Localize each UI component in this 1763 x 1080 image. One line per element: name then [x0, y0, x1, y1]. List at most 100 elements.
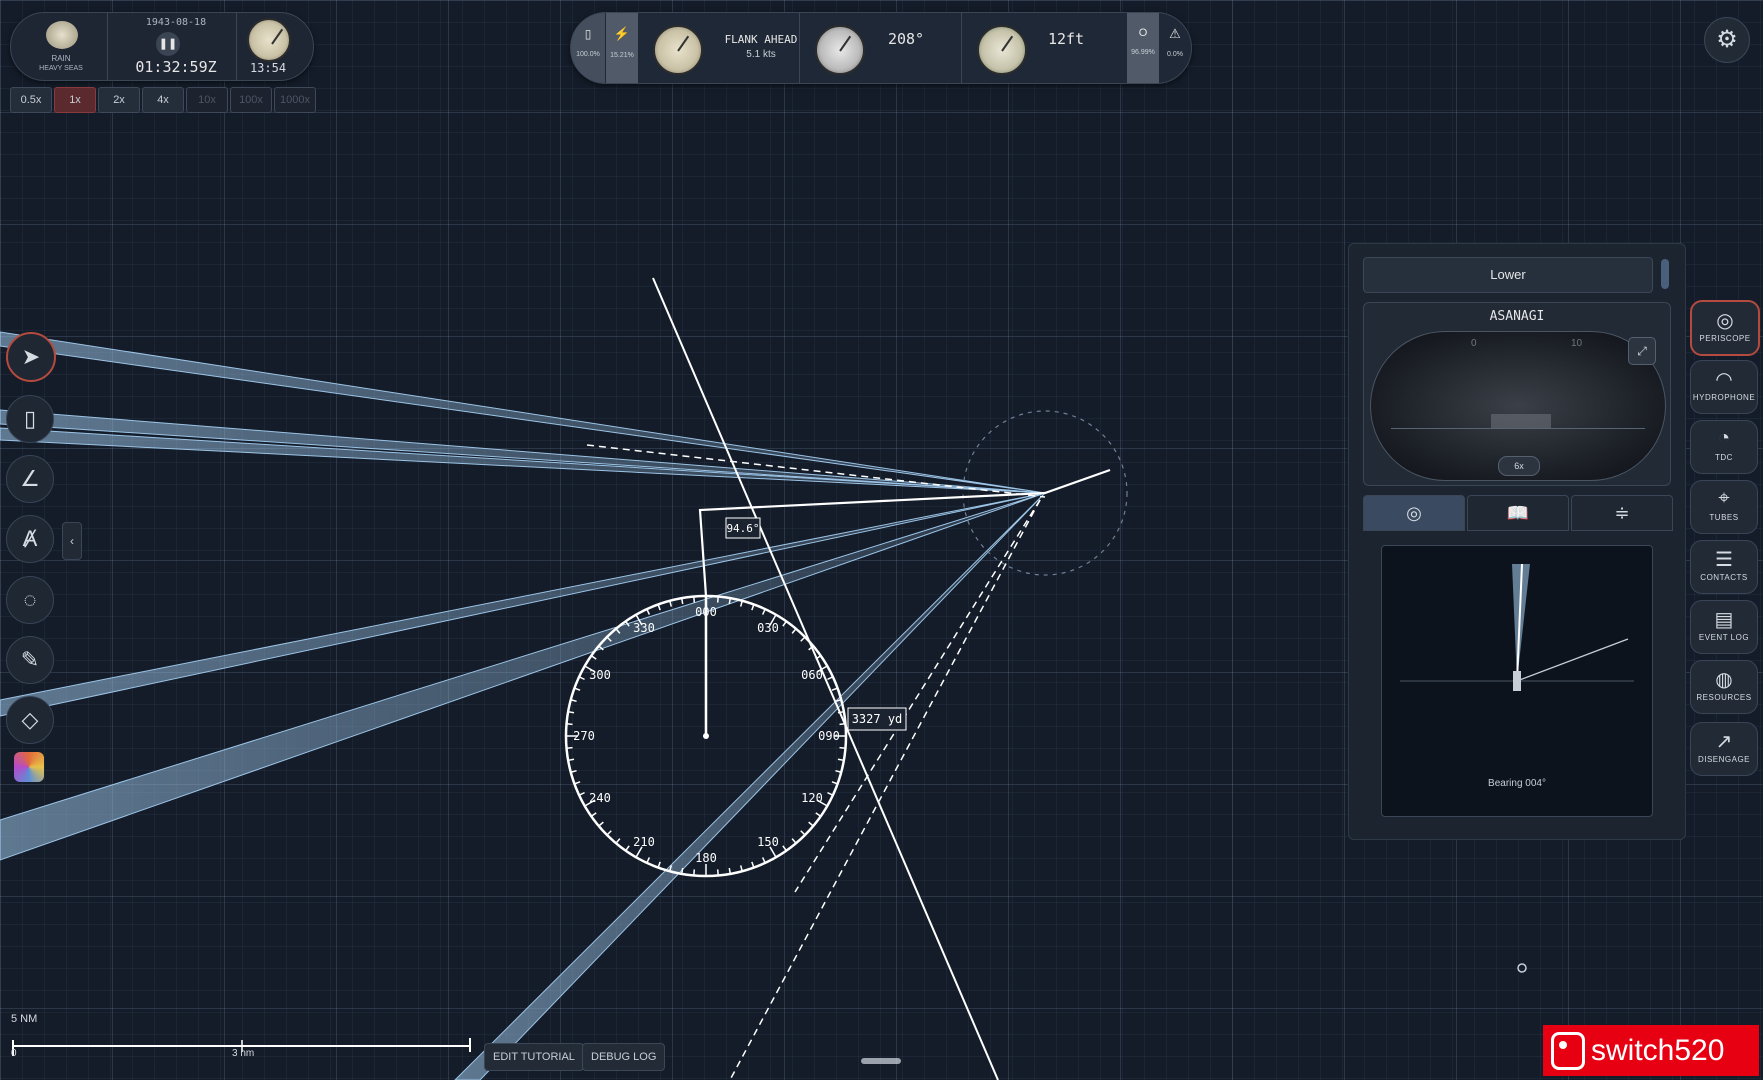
oxygen-indicator: O 96.99% — [1127, 13, 1159, 83]
compass-tool[interactable]: Ⱥ — [6, 515, 54, 563]
compass-tick — [574, 687, 581, 691]
lower-periscope-button[interactable]: Lower — [1363, 257, 1653, 293]
weather-label: RAIN — [51, 54, 71, 63]
compass-tick — [827, 676, 834, 681]
bearing-beam — [0, 409, 1046, 494]
bearing-plot[interactable]: Bearing 004° — [1381, 545, 1653, 817]
charge-pct: 15.21% — [610, 52, 634, 59]
compass-label: 090 — [818, 729, 840, 743]
compass-tick — [839, 723, 846, 726]
scale-mid-label: 3 nm — [232, 1048, 255, 1059]
compass-tick — [625, 845, 630, 852]
battery-icon: ▯ — [584, 27, 592, 41]
compass-tick — [791, 628, 797, 634]
nav-event-log[interactable]: ▤ EVENT LOG — [1690, 600, 1758, 654]
nav-label: EVENT LOG — [1698, 633, 1750, 642]
scale-zero-label: 0 — [11, 1048, 17, 1059]
compass-tick — [827, 791, 834, 796]
nav-label: PERISCOPE — [1699, 334, 1751, 343]
pencil-icon: ✎ — [20, 647, 40, 672]
watermark-text: switch520 — [1591, 1033, 1725, 1067]
speed-1x-button[interactable]: 1x — [54, 87, 96, 113]
compass-tick — [598, 821, 604, 827]
compass-label: 150 — [757, 835, 779, 849]
compass-tick — [680, 867, 684, 875]
nav-label: RESOURCES — [1696, 693, 1752, 702]
nav-contacts[interactable]: ☰ CONTACTS — [1690, 540, 1758, 594]
periscope-icon: ◎ — [1716, 310, 1734, 332]
select-tool[interactable]: ➤ — [6, 332, 56, 382]
nav-label: TUBES — [1709, 513, 1739, 522]
nav-label: CONTACTS — [1700, 573, 1748, 582]
nav-resources[interactable]: ◍ RESOURCES — [1690, 660, 1758, 714]
compass-tick — [574, 781, 581, 785]
crosshair-icon: ⌖ — [1718, 487, 1730, 509]
map-marker — [1517, 963, 1527, 973]
speed-100x-button[interactable]: 100x — [230, 87, 272, 113]
angle-label: 94.6° — [726, 522, 759, 535]
panel-scrollbar[interactable] — [1661, 259, 1669, 289]
ruler-tool[interactable]: ▯ — [6, 395, 54, 443]
bearing-beam — [454, 492, 1046, 1080]
compass-tick — [567, 758, 575, 762]
oxygen-pct: 96.99% — [1131, 49, 1155, 56]
expand-icon: ⤢ — [1637, 344, 1647, 358]
compass-icon: Ⱥ — [22, 526, 38, 551]
charge-indicator: ⚡ 15.21% — [606, 13, 638, 83]
engine-order[interactable]: FLANK AHEAD — [711, 33, 811, 46]
compass-tick — [751, 861, 755, 868]
compass-tick — [761, 857, 766, 864]
nav-disengage[interactable]: ↗ DISENGAGE — [1690, 722, 1758, 776]
speed-1000x-button[interactable]: 1000x — [274, 87, 316, 113]
color-picker[interactable] — [14, 752, 44, 782]
compass-tick — [831, 781, 838, 785]
compass-tick — [590, 655, 597, 660]
nav-hydrophone[interactable]: ◠ HYDROPHONE — [1690, 360, 1758, 414]
compass-tick — [615, 838, 621, 844]
sea-state-label: HEAVY SEAS — [39, 65, 83, 72]
speed-4x-button[interactable]: 4x — [142, 87, 184, 113]
protractor-tool[interactable]: ∠ — [6, 455, 54, 503]
compass-label: 300 — [589, 668, 611, 682]
tab-attack-map[interactable]: ◎ — [1363, 495, 1465, 531]
collapse-toolbar-button[interactable]: ‹ — [62, 522, 82, 560]
eraser-icon: ◇ — [21, 707, 39, 732]
nav-tubes[interactable]: ⌖ TUBES — [1690, 480, 1758, 534]
periscope-view-card: ASANAGI 0 10 6x ⤢ — [1363, 302, 1671, 486]
headphones-icon: ◠ — [1715, 369, 1733, 391]
compass-gauge[interactable] — [815, 25, 865, 75]
speed-2x-button[interactable]: 2x — [98, 87, 140, 113]
speed-10x-button[interactable]: 10x — [186, 87, 228, 113]
circle-tool[interactable]: ◌ — [6, 576, 54, 624]
compass-tick — [751, 604, 755, 611]
telegraph-gauge[interactable] — [653, 25, 703, 75]
gear-icon: ⚙ — [1716, 26, 1738, 53]
bearing-beam — [0, 331, 1046, 494]
nav-periscope[interactable]: ◎ PERISCOPE — [1690, 300, 1760, 356]
eraser-tool[interactable]: ◇ — [6, 696, 54, 744]
edit-tutorial-button[interactable]: EDIT TUTORIAL — [484, 1043, 584, 1071]
pencil-tool[interactable]: ✎ — [6, 636, 54, 684]
console-logo — [1551, 1031, 1585, 1070]
pause-button[interactable]: ❚❚ — [156, 32, 180, 56]
cursor-icon: ➤ — [21, 344, 41, 369]
depth-gauge[interactable] — [977, 25, 1027, 75]
debug-log-button[interactable]: DEBUG LOG — [582, 1043, 666, 1071]
nav-tdc[interactable]: ◔ TDC — [1690, 420, 1758, 474]
settings-button[interactable]: ⚙ — [1704, 17, 1750, 63]
battery-pct: 100.0% — [576, 51, 600, 58]
target-name: ASANAGI — [1489, 309, 1545, 324]
bearing-plot-svg — [1400, 563, 1634, 691]
speed-0.5x-button[interactable]: 0.5x — [10, 87, 52, 113]
zoom-button[interactable]: 6x — [1498, 456, 1540, 476]
expand-view-button[interactable]: ⤢ — [1628, 337, 1656, 365]
bearing-label: Bearing 004° — [1488, 778, 1546, 789]
tab-stadimeter[interactable]: ≑ — [1571, 495, 1673, 531]
compass-label: 240 — [589, 791, 611, 805]
tab-recognition[interactable]: 📖 — [1467, 495, 1569, 531]
compass-tick — [646, 857, 651, 864]
compass-tick — [782, 845, 787, 852]
periscope-viewport[interactable]: 0 10 6x — [1370, 331, 1666, 481]
oxygen-icon: O — [1138, 27, 1148, 39]
bottom-handle[interactable] — [861, 1058, 901, 1064]
